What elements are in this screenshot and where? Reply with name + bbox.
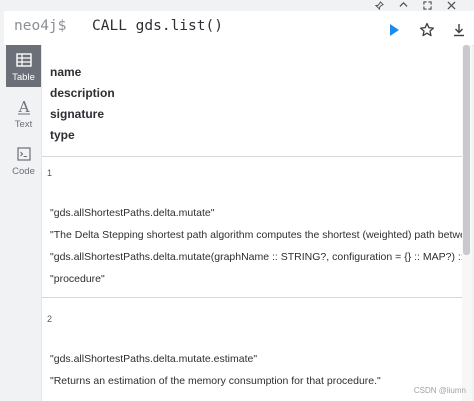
play-icon bbox=[390, 24, 399, 36]
text-icon: A bbox=[17, 98, 31, 116]
view-switcher: Table A Text Code bbox=[4, 45, 41, 401]
editor-prompt: neo4j$ bbox=[14, 18, 67, 34]
table-row: 2 "gds.allShortestPaths.delta.mutate.est… bbox=[42, 298, 463, 401]
close-icon[interactable] bbox=[446, 0, 456, 10]
table-header: name description signature type bbox=[42, 45, 463, 157]
row-index: 1 bbox=[47, 168, 53, 178]
row-name-cell: "gds.allShortestPaths.delta.mutate.estim… bbox=[50, 353, 258, 365]
code-icon bbox=[16, 145, 31, 163]
collapse-icon[interactable] bbox=[398, 0, 408, 10]
run-button[interactable] bbox=[386, 22, 402, 38]
view-table-label: Table bbox=[12, 72, 35, 83]
query-editor[interactable]: neo4j$ CALL gds.list() bbox=[4, 11, 474, 46]
svg-text:A: A bbox=[17, 99, 29, 115]
download-icon bbox=[454, 24, 464, 37]
frame-controls bbox=[346, 0, 474, 10]
view-text-label: Text bbox=[14, 119, 33, 130]
column-header-name: name bbox=[50, 65, 82, 79]
view-code-label: Code bbox=[12, 166, 35, 177]
row-signature-cell: "gds.allShortestPaths.delta.mutate(graph… bbox=[50, 251, 463, 263]
pin-icon[interactable] bbox=[374, 0, 384, 10]
favorite-button[interactable] bbox=[418, 21, 436, 39]
row-index: 2 bbox=[47, 314, 53, 324]
row-name-cell: "gds.allShortestPaths.delta.mutate" bbox=[50, 207, 215, 219]
query-text[interactable]: CALL gds.list() bbox=[92, 18, 223, 34]
results-scrollbar[interactable] bbox=[462, 45, 472, 401]
star-icon bbox=[419, 22, 435, 37]
column-header-description: description bbox=[50, 86, 115, 100]
fullscreen-icon[interactable] bbox=[422, 0, 432, 10]
row-description-cell: "Returns an estimation of the memory con… bbox=[50, 375, 381, 387]
row-description-cell: "The Delta Stepping shortest path algori… bbox=[50, 229, 463, 241]
column-header-signature: signature bbox=[50, 107, 105, 121]
view-table-tab[interactable]: Table bbox=[6, 45, 41, 87]
column-header-type: type bbox=[50, 128, 75, 142]
view-code-tab[interactable]: Code bbox=[6, 139, 41, 181]
download-button[interactable] bbox=[451, 21, 467, 39]
table-icon bbox=[15, 51, 32, 69]
view-text-tab[interactable]: A Text bbox=[6, 92, 41, 134]
results-table: name description signature type 1 "gds.a… bbox=[41, 45, 463, 401]
scrollbar-thumb[interactable] bbox=[463, 45, 470, 255]
watermark-text: CSDN @liumn bbox=[413, 386, 466, 395]
table-row: 1 "gds.allShortestPaths.delta.mutate" "T… bbox=[42, 157, 463, 298]
row-type-cell: "procedure" bbox=[50, 273, 105, 285]
neo4j-browser-frame: neo4j$ CALL gds.list() Table A Text Code… bbox=[0, 0, 474, 401]
